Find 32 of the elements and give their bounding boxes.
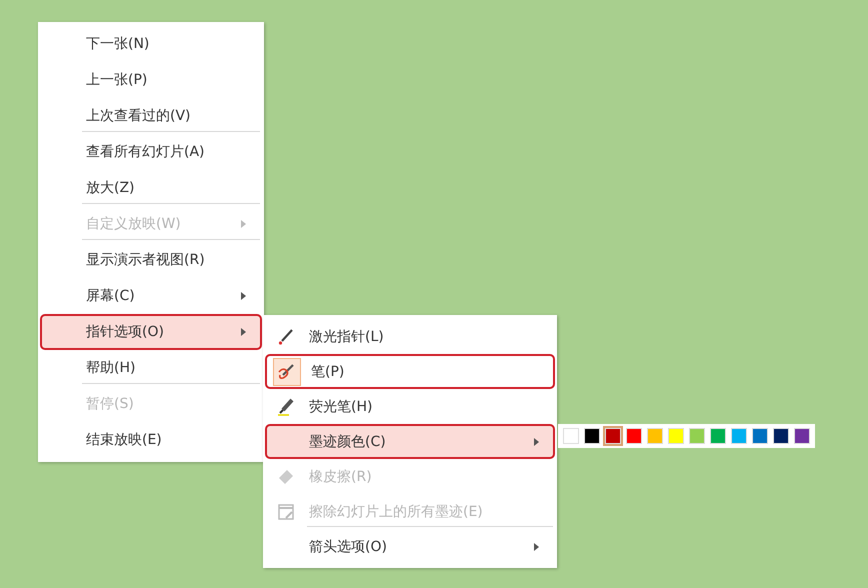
color-swatch[interactable] bbox=[773, 428, 789, 444]
color-swatch[interactable] bbox=[584, 428, 600, 444]
menu-item[interactable]: 下一张(N) bbox=[40, 26, 262, 62]
color-swatch[interactable] bbox=[752, 428, 768, 444]
color-swatch[interactable] bbox=[668, 428, 684, 444]
menu-item[interactable]: 上次查看过的(V) bbox=[40, 98, 262, 134]
clear-ink-icon bbox=[277, 502, 295, 520]
color-swatch[interactable] bbox=[647, 428, 663, 444]
menu-item[interactable]: 查看所有幻灯片(A) bbox=[40, 134, 262, 170]
menu-item[interactable]: 帮助(H) bbox=[40, 350, 262, 386]
menu-item[interactable]: 笔(P) bbox=[265, 354, 555, 389]
color-swatch[interactable] bbox=[710, 428, 726, 444]
color-swatch[interactable] bbox=[731, 428, 747, 444]
highlighter-icon bbox=[277, 398, 295, 416]
pen-icon bbox=[277, 362, 297, 380]
menu-item[interactable]: 箭头选项(O) bbox=[265, 529, 555, 564]
color-swatch[interactable] bbox=[605, 428, 621, 444]
menu-item[interactable]: 显示演示者视图(R) bbox=[40, 242, 262, 278]
menu-item[interactable]: 结束放映(E) bbox=[40, 422, 262, 458]
color-swatch[interactable] bbox=[563, 428, 579, 444]
color-swatch[interactable] bbox=[626, 428, 642, 444]
menu-item[interactable]: 屏幕(C) bbox=[40, 278, 262, 314]
menu-item[interactable]: 放大(Z) bbox=[40, 170, 262, 206]
menu-item[interactable]: 荧光笔(H) bbox=[265, 389, 555, 424]
menu-item[interactable]: 墨迹颜色(C) bbox=[265, 424, 555, 459]
laser-pointer-icon bbox=[277, 328, 295, 346]
color-swatch[interactable] bbox=[794, 428, 810, 444]
color-swatch[interactable] bbox=[689, 428, 705, 444]
eraser-icon bbox=[277, 468, 295, 486]
menu-item[interactable]: 激光指针(L) bbox=[265, 319, 555, 354]
menu-item[interactable]: 指针选项(O) bbox=[40, 314, 262, 350]
menu-item[interactable]: 上一张(P) bbox=[40, 62, 262, 98]
